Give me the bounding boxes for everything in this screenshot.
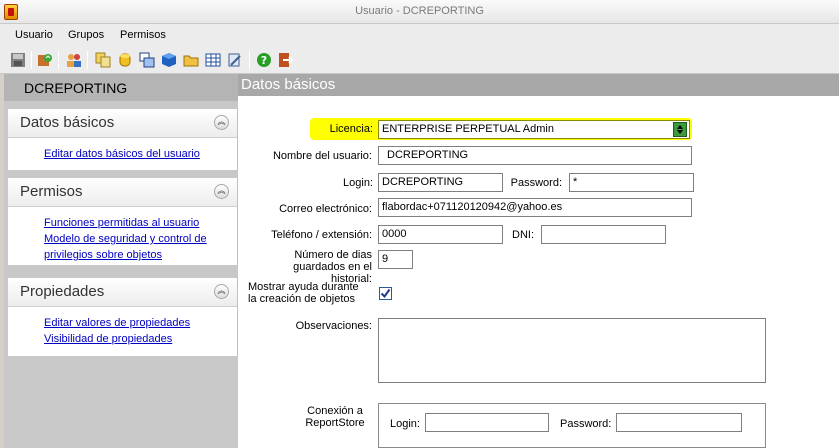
dias-field[interactable]: 9: [378, 250, 413, 269]
collapse-chevron-icon[interactable]: ︽: [214, 115, 229, 130]
menu-permisos[interactable]: Permisos: [120, 29, 166, 41]
tools-icon[interactable]: [227, 52, 243, 68]
telefono-field[interactable]: 0000: [378, 225, 503, 244]
ayuda-label: Mostrar ayuda durante la creación de obj…: [248, 281, 359, 305]
telefono-label: Teléfono / extensión:: [271, 229, 372, 241]
refresh-icon[interactable]: [37, 52, 53, 68]
combo-arrows-icon[interactable]: [673, 122, 687, 137]
users-icon[interactable]: [66, 52, 82, 68]
menu-usuario[interactable]: Usuario: [15, 29, 53, 41]
dni-label: DNI:: [512, 229, 534, 241]
nombre-field[interactable]: DCREPORTING: [378, 146, 692, 165]
cube-icon[interactable]: [161, 52, 177, 68]
link-modelo-seguridad[interactable]: Modelo de seguridad y control de privile…: [44, 231, 219, 263]
sidebar-section-datos-basicos: Datos básicos ︽ Editar datos básicos del…: [8, 109, 238, 170]
collapse-chevron-icon[interactable]: ︽: [214, 184, 229, 199]
menu-grupos[interactable]: Grupos: [68, 29, 104, 41]
rs-login-label: Login:: [390, 418, 420, 430]
sidebar-title: DCREPORTING: [24, 80, 128, 96]
menu-bar: Usuario Grupos Permisos: [0, 24, 839, 46]
password-label: Password:: [510, 177, 562, 189]
dni-field[interactable]: [541, 225, 666, 244]
observaciones-textarea[interactable]: [378, 318, 766, 383]
grid-icon[interactable]: [205, 52, 221, 68]
section-title: Propiedades: [20, 283, 105, 300]
correo-label: Correo electrónico:: [279, 203, 372, 215]
checkmark-icon: [380, 288, 391, 299]
reportstore-group: Login: Password:: [378, 403, 766, 448]
rs-password-label: Password:: [560, 418, 612, 430]
sidebar-section-propiedades: Propiedades ︽ Editar valores de propieda…: [8, 278, 238, 356]
licencia-label: Licencia:: [329, 123, 373, 135]
rs-login-field[interactable]: [425, 413, 549, 432]
sidebar-header: DCREPORTING: [4, 74, 238, 101]
main-panel: Datos básicos Licencia: ENTERPRISE PERPE…: [238, 74, 839, 448]
link-funciones-permitidas[interactable]: Funciones permitidas al usuario: [44, 215, 219, 231]
windows-icon[interactable]: [139, 52, 155, 68]
section-title: Datos básicos: [20, 114, 115, 131]
login-field[interactable]: DCREPORTING: [378, 173, 503, 192]
password-field[interactable]: *: [569, 173, 694, 192]
ayuda-checkbox[interactable]: [379, 287, 392, 300]
section-title: Permisos: [20, 183, 83, 200]
window-title: Usuario - DCREPORTING: [355, 5, 484, 17]
sidebar: DCREPORTING Datos básicos ︽ Editar datos…: [4, 74, 238, 448]
sidebar-section-permisos: Permisos ︽ Funciones permitidas al usuar…: [8, 178, 238, 265]
nombre-label: Nombre del usuario:: [272, 150, 372, 162]
link-visibilidad-propiedades[interactable]: Visibilidad de propiedades: [44, 331, 219, 347]
link-editar-propiedades[interactable]: Editar valores de propiedades: [44, 315, 219, 331]
page-title: Datos básicos: [241, 76, 336, 93]
dias-label: Número de dias guardados en el historial…: [293, 249, 372, 285]
database-icon[interactable]: [117, 52, 133, 68]
main-header: Datos básicos: [238, 74, 839, 96]
svg-text:?: ?: [261, 54, 267, 67]
licencia-combobox[interactable]: ENTERPRISE PERPETUAL Admin: [378, 120, 690, 139]
observaciones-label: Observaciones:: [295, 320, 372, 332]
licencia-value: ENTERPRISE PERPETUAL Admin: [382, 123, 554, 135]
login-label: Login:: [343, 177, 373, 189]
copy-icon[interactable]: [95, 52, 111, 68]
exit-icon[interactable]: [277, 52, 293, 68]
correo-field[interactable]: flabordac+071120120942@yahoo.es: [378, 198, 692, 217]
help-icon[interactable]: ?: [256, 52, 272, 68]
collapse-chevron-icon[interactable]: ︽: [214, 284, 229, 299]
toolbar: ?: [0, 46, 839, 74]
save-icon[interactable]: [10, 52, 26, 68]
folder-icon[interactable]: [183, 52, 199, 68]
reportstore-label: Conexión a ReportStore: [305, 405, 365, 429]
rs-password-field[interactable]: [616, 413, 742, 432]
title-bar: Usuario - DCREPORTING: [0, 0, 839, 24]
link-editar-datos-basicos[interactable]: Editar datos básicos del usuario: [44, 146, 219, 162]
